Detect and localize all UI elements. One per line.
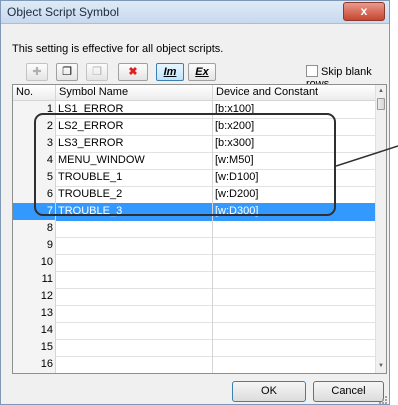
row-number: 13 xyxy=(13,305,56,322)
table-row[interactable]: 12 xyxy=(13,288,375,306)
symbol-name-cell[interactable]: LS2_ERROR xyxy=(56,118,213,135)
table-row[interactable]: 13 xyxy=(13,305,375,323)
paste-button[interactable]: ❒ xyxy=(86,63,108,81)
row-number: 15 xyxy=(13,339,56,356)
row-number: 8 xyxy=(13,220,56,237)
symbol-name-cell[interactable] xyxy=(56,220,213,237)
cancel-button[interactable]: Cancel xyxy=(313,381,384,402)
device-cell[interactable] xyxy=(213,220,375,237)
table-row[interactable]: 1 LS1_ERROR [b:x100] xyxy=(13,101,375,119)
table-row[interactable]: 5 TROUBLE_1 [w:D100] xyxy=(13,169,375,187)
scroll-thumb[interactable] xyxy=(377,98,385,110)
row-number: 5 xyxy=(13,169,56,186)
copy-icon: ❐ xyxy=(62,66,72,78)
symbol-name-cell[interactable] xyxy=(56,322,213,339)
symbol-name-cell[interactable] xyxy=(56,288,213,305)
table-row[interactable]: 10 xyxy=(13,254,375,272)
paste-icon: ❒ xyxy=(92,66,102,78)
device-cell[interactable]: [b:x300] xyxy=(213,135,375,152)
symbol-name-cell[interactable] xyxy=(56,356,213,373)
row-number: 4 xyxy=(13,152,56,169)
device-cell[interactable]: [w:D200] xyxy=(213,186,375,203)
table-header: No. Symbol Name Device and Constant xyxy=(13,85,375,101)
scroll-down-icon[interactable]: ▼ xyxy=(376,360,386,372)
symbol-table: No. Symbol Name Device and Constant 1 LS1… xyxy=(12,84,387,374)
device-cell[interactable] xyxy=(213,237,375,254)
device-cell[interactable] xyxy=(213,322,375,339)
table-row[interactable]: 4 MENU_WINDOW [w:M50] xyxy=(13,152,375,170)
vertical-scrollbar[interactable]: ▲ ▼ xyxy=(375,85,386,373)
row-number: 1 xyxy=(13,101,56,118)
device-cell[interactable]: [w:M50] xyxy=(213,152,375,169)
object-script-symbol-dialog: Object Script Symbol x This setting is e… xyxy=(0,0,390,405)
symbol-name-cell[interactable]: TROUBLE_1 xyxy=(56,169,213,186)
symbol-name-cell[interactable]: TROUBLE_3 xyxy=(56,203,213,220)
row-number: 2 xyxy=(13,118,56,135)
window-title: Object Script Symbol xyxy=(7,5,120,19)
table-row[interactable]: 11 xyxy=(13,271,375,289)
table-row[interactable]: 6 TROUBLE_2 [w:D200] xyxy=(13,186,375,204)
table-row[interactable]: 9 xyxy=(13,237,375,255)
row-number: 3 xyxy=(13,135,56,152)
checkbox-box[interactable] xyxy=(306,65,318,77)
table-row[interactable]: 16 xyxy=(13,356,375,373)
row-number: 16 xyxy=(13,356,56,373)
delete-icon: ✖ xyxy=(128,66,138,78)
device-cell[interactable]: [w:D300] xyxy=(213,203,375,220)
import-button[interactable]: Im xyxy=(156,63,184,81)
row-number: 10 xyxy=(13,254,56,271)
title-bar: Object Script Symbol x xyxy=(1,1,389,24)
column-header-symbol-name[interactable]: Symbol Name xyxy=(56,85,213,100)
column-header-no[interactable]: No. xyxy=(13,85,56,100)
device-cell[interactable] xyxy=(213,305,375,322)
column-header-device[interactable]: Device and Constant xyxy=(213,85,375,100)
delete-button[interactable]: ✖ xyxy=(118,63,148,81)
device-cell[interactable] xyxy=(213,288,375,305)
device-cell[interactable] xyxy=(213,254,375,271)
symbol-name-cell[interactable]: LS1_ERROR xyxy=(56,101,213,118)
close-button[interactable]: x xyxy=(343,2,385,21)
table-row[interactable]: 15 xyxy=(13,339,375,357)
device-cell[interactable] xyxy=(213,339,375,356)
symbol-name-cell[interactable]: MENU_WINDOW xyxy=(56,152,213,169)
device-cell[interactable]: [b:x100] xyxy=(213,101,375,118)
row-number: 12 xyxy=(13,288,56,305)
import-icon: Im xyxy=(163,66,177,78)
symbol-name-cell[interactable] xyxy=(56,339,213,356)
table-row[interactable]: 3 LS3_ERROR [b:x300] xyxy=(13,135,375,153)
add-row-button[interactable]: ✚ xyxy=(26,63,48,81)
symbol-name-cell[interactable] xyxy=(56,254,213,271)
export-icon: Ex xyxy=(195,66,209,78)
table-row[interactable]: 14 xyxy=(13,322,375,340)
table-row[interactable]: 7 TROUBLE_3 [w:D300] xyxy=(13,203,375,221)
plus-icon: ✚ xyxy=(32,66,42,78)
copy-button[interactable]: ❐ xyxy=(56,63,78,81)
scroll-up-icon[interactable]: ▲ xyxy=(376,85,386,97)
resize-grip-icon[interactable] xyxy=(378,395,388,405)
table-row[interactable]: 8 xyxy=(13,220,375,238)
row-number: 11 xyxy=(13,271,56,288)
device-cell[interactable]: [b:x200] xyxy=(213,118,375,135)
symbol-name-cell[interactable] xyxy=(56,237,213,254)
ok-button[interactable]: OK xyxy=(232,381,306,402)
row-number: 14 xyxy=(13,322,56,339)
device-cell[interactable] xyxy=(213,356,375,373)
row-number: 9 xyxy=(13,237,56,254)
symbol-name-cell[interactable] xyxy=(56,271,213,288)
device-cell[interactable]: [w:D100] xyxy=(213,169,375,186)
row-number: 7 xyxy=(13,203,56,220)
description-text: This setting is effective for all object… xyxy=(12,43,224,55)
row-number: 6 xyxy=(13,186,56,203)
symbol-name-cell[interactable]: LS3_ERROR xyxy=(56,135,213,152)
export-button[interactable]: Ex xyxy=(188,63,216,81)
table-row[interactable]: 2 LS2_ERROR [b:x200] xyxy=(13,118,375,136)
symbol-name-cell[interactable]: TROUBLE_2 xyxy=(56,186,213,203)
symbol-name-cell[interactable] xyxy=(56,305,213,322)
device-cell[interactable] xyxy=(213,271,375,288)
